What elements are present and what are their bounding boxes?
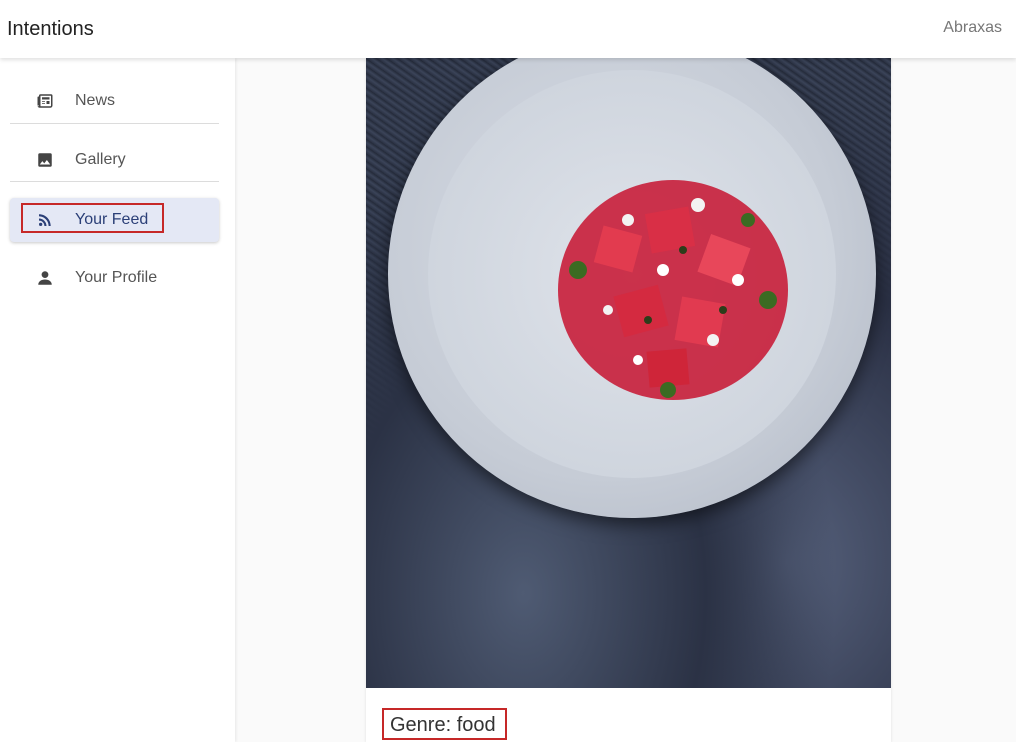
user-name[interactable]: Abraxas [943, 19, 1002, 37]
plate-graphic [388, 58, 876, 518]
feed-post-card[interactable]: Genre: food [366, 58, 891, 742]
sidebar-item-label: Gallery [75, 151, 126, 168]
person-icon [36, 269, 54, 287]
sidebar-item-label: Your Feed [75, 211, 149, 228]
divider [10, 123, 219, 124]
sidebar-item-your-feed[interactable]: Your Feed [10, 198, 219, 242]
post-caption: Genre: food [390, 714, 496, 736]
sidebar: News Gallery Your Feed Your Profile [0, 58, 235, 742]
plate-inner [428, 70, 836, 478]
sidebar-item-news[interactable]: News [10, 79, 219, 123]
image-icon [36, 151, 54, 169]
newspaper-icon [36, 92, 54, 110]
post-image[interactable] [366, 58, 891, 688]
app-title[interactable]: Intentions [7, 18, 94, 41]
salad-graphic [558, 180, 788, 400]
sidebar-item-label: Your Profile [75, 269, 158, 286]
sidebar-item-label: News [75, 92, 116, 109]
divider [10, 181, 219, 182]
sidebar-item-your-profile[interactable]: Your Profile [10, 256, 219, 300]
top-app-bar: Intentions Abraxas [0, 0, 1016, 58]
sidebar-item-gallery[interactable]: Gallery [10, 138, 219, 182]
rss-feed-icon [36, 211, 54, 229]
